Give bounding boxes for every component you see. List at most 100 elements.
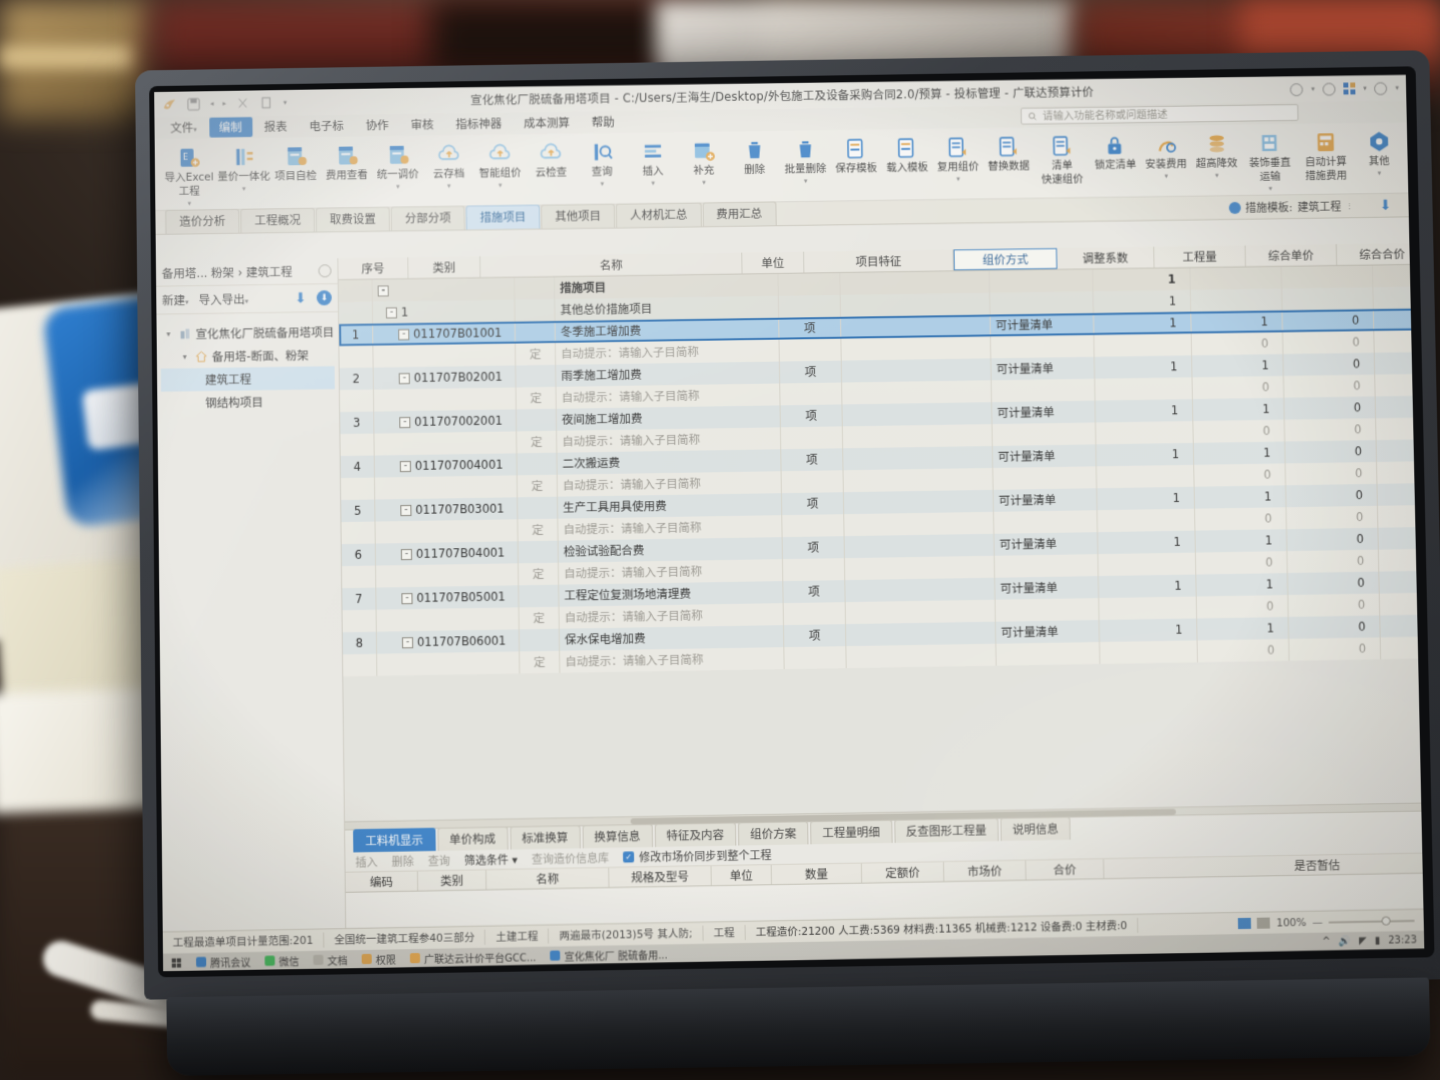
ribbon-button-unified-price[interactable]: 统一调价 ▾: [372, 139, 424, 191]
detail-column-header-7[interactable]: 市场价: [943, 860, 1027, 882]
grid-column-header-8[interactable]: 综合单价: [1245, 244, 1338, 267]
tray-expand-icon[interactable]: ^: [1322, 936, 1331, 947]
zoom-out-icon[interactable]: —: [1312, 916, 1323, 928]
detail-tab-5[interactable]: 组价方案: [737, 821, 809, 846]
taskbar-app-1[interactable]: 微信: [264, 953, 299, 969]
ribbon-button-lock-list[interactable]: 锁定清单: [1089, 129, 1140, 172]
ribbon-button-supplement[interactable]: 补充 ▾: [678, 134, 730, 186]
menu-item-5[interactable]: 指标神器: [446, 114, 512, 135]
tree-node-3[interactable]: 钢结构项目: [161, 389, 335, 415]
grid-column-header-7[interactable]: 工程量: [1154, 245, 1246, 268]
apps-dropdown-icon[interactable]: ▾: [1363, 84, 1367, 92]
ribbon-dropdown-icon[interactable]: ▾: [600, 180, 604, 188]
menu-item-3[interactable]: 协作: [356, 115, 399, 135]
ribbon-button-vertical-transport[interactable]: 装饰垂直 运输 ▾: [1241, 127, 1298, 193]
tab-0[interactable]: 造价分析: [165, 208, 240, 234]
taskbar-app-5[interactable]: 宣化焦化厂 脱硫备用...: [550, 946, 668, 963]
ribbon-button-cloud-smart-price[interactable]: 智能组价 ▾: [474, 137, 526, 189]
new-button[interactable]: 新建▾: [162, 292, 189, 308]
ribbon-button-query[interactable]: 查询 ▾: [576, 136, 628, 188]
ribbon-dropdown-icon[interactable]: ▾: [396, 182, 400, 190]
row-expander[interactable]: -: [399, 416, 411, 428]
ribbon-dropdown-icon[interactable]: ▾: [702, 178, 706, 186]
ribbon-button-excel-import[interactable]: E 导入Excel 工程 ▾: [160, 141, 217, 207]
tab-3[interactable]: 分部分项: [390, 205, 466, 231]
download-icon[interactable]: ⬇: [295, 290, 307, 306]
detail-tab-7[interactable]: 反查图形工程量: [893, 817, 999, 843]
grid-column-header-6[interactable]: 调整系数: [1056, 246, 1155, 269]
ribbon-button-delete[interactable]: 删除: [729, 134, 781, 177]
grid-column-header-5[interactable]: 组价方式: [953, 248, 1058, 271]
ribbon-dropdown-icon[interactable]: ▾: [498, 181, 502, 189]
row-expander[interactable]: -: [400, 504, 412, 516]
tab-5[interactable]: 其他项目: [540, 203, 616, 229]
headset-dropdown-icon[interactable]: ▾: [1311, 85, 1315, 93]
ribbon-dropdown-icon[interactable]: ▾: [188, 199, 192, 207]
detail-column-header-5[interactable]: 数量: [771, 863, 863, 885]
tab-6[interactable]: 人材机汇总: [615, 202, 702, 228]
detail-tab-0[interactable]: 工料机显示: [353, 827, 436, 853]
detail-tab-1[interactable]: 单价构成: [437, 826, 508, 851]
ribbon-dropdown-icon[interactable]: ▾: [651, 179, 655, 187]
menu-item-1[interactable]: 报表: [254, 116, 297, 136]
grid-column-header-4[interactable]: 项目特征: [804, 249, 954, 273]
download-arrow-icon[interactable]: ⬇: [1380, 198, 1392, 214]
measure-template-selector[interactable]: 措施模板: 建筑工程 ⋮ ⬇: [1228, 198, 1392, 216]
detail-column-header-4[interactable]: 单位: [711, 865, 772, 886]
ribbon-button-other[interactable]: 其他 ▾: [1353, 125, 1405, 177]
ribbon-button-save-template[interactable]: 保存模板: [830, 132, 881, 175]
tree-node-2[interactable]: 建筑工程: [160, 366, 335, 392]
view-split-icon[interactable]: [1257, 917, 1271, 929]
taskbar-app-0[interactable]: 腾讯会议: [196, 954, 251, 970]
grid-column-header-0[interactable]: 序号: [338, 257, 409, 280]
menu-item-2[interactable]: 电子标: [299, 116, 354, 137]
detail-tab-4[interactable]: 特征及内容: [654, 822, 737, 848]
detail-column-header-6[interactable]: 定额价: [861, 862, 945, 883]
ribbon-button-load-template[interactable]: 载入模板: [881, 132, 932, 175]
menu-item-6[interactable]: 成本测算: [514, 113, 580, 134]
detail-column-header-2[interactable]: 名称: [486, 867, 610, 890]
zoom-slider[interactable]: [1328, 915, 1415, 925]
cloud-sync-icon[interactable]: ⬇: [316, 290, 332, 306]
tab-2[interactable]: 取费设置: [315, 206, 391, 232]
detail-tab-6[interactable]: 工程量明细: [810, 819, 893, 845]
user-icon[interactable]: [1322, 82, 1336, 96]
detail-tool-3[interactable]: 筛选条件 ▾: [464, 851, 518, 868]
row-expander[interactable]: -: [385, 306, 398, 318]
detail-tab-3[interactable]: 换算信息: [581, 823, 653, 849]
ribbon-button-cloud-check[interactable]: 云检查: [525, 137, 577, 180]
tree-node-1[interactable]: ▾ 备用塔-断面、粉架: [161, 343, 335, 369]
tab-7[interactable]: 费用汇总: [702, 201, 777, 227]
help-icon[interactable]: [1374, 81, 1388, 95]
detail-tab-8[interactable]: 说明信息: [1000, 816, 1071, 841]
ribbon-button-auto-calc[interactable]: 自动计算 措施费用: [1297, 126, 1354, 183]
row-expander[interactable]: -: [398, 372, 410, 384]
ribbon-button-insert[interactable]: 插入 ▾: [627, 135, 679, 187]
detail-tool-1[interactable]: 删除: [392, 853, 414, 870]
battery-icon[interactable]: ▮: [1375, 935, 1381, 946]
grid-column-header-2[interactable]: 名称: [480, 252, 743, 278]
ribbon-dropdown-icon[interactable]: ▾: [242, 185, 246, 193]
grid-column-header-1[interactable]: 类别: [408, 256, 481, 279]
volume-icon[interactable]: 🔊: [1338, 936, 1351, 947]
tree-toggle-icon[interactable]: ▾: [183, 352, 191, 361]
checkbox-icon[interactable]: ✓: [622, 851, 635, 863]
ribbon-button-cloud-archive[interactable]: 云存档 ▾: [423, 138, 475, 190]
help-dropdown-icon[interactable]: ▾: [1395, 84, 1399, 92]
menu-item-4[interactable]: 审核: [401, 114, 444, 134]
ribbon-dropdown-icon[interactable]: ▾: [1378, 169, 1382, 177]
ribbon-button-height-efficiency[interactable]: 超高降效 ▾: [1191, 128, 1243, 180]
menu-item-0[interactable]: 编制: [208, 117, 253, 138]
grid-column-header-9[interactable]: 综合合价: [1336, 242, 1425, 265]
ribbon-button-batch-delete[interactable]: 批量删除 ▾: [780, 133, 832, 185]
import-export-button[interactable]: 导入导出▾: [199, 291, 249, 308]
ribbon-button-fee-view[interactable]: 费用查看: [321, 139, 373, 182]
template-dropdown-icon[interactable]: ⋮: [1346, 202, 1353, 210]
ribbon-button-install-fee[interactable]: 安装费用 ▾: [1140, 128, 1192, 180]
taskbar-app-3[interactable]: 权限: [361, 951, 396, 967]
ribbon-button-replace-data[interactable]: 替换数据: [983, 130, 1034, 173]
detail-column-header-0[interactable]: 编码: [345, 871, 419, 892]
detail-column-header-3[interactable]: 规格及型号: [609, 866, 712, 888]
detail-tool-2[interactable]: 查询: [428, 852, 450, 869]
ribbon-dropdown-icon[interactable]: ▾: [1164, 172, 1168, 180]
